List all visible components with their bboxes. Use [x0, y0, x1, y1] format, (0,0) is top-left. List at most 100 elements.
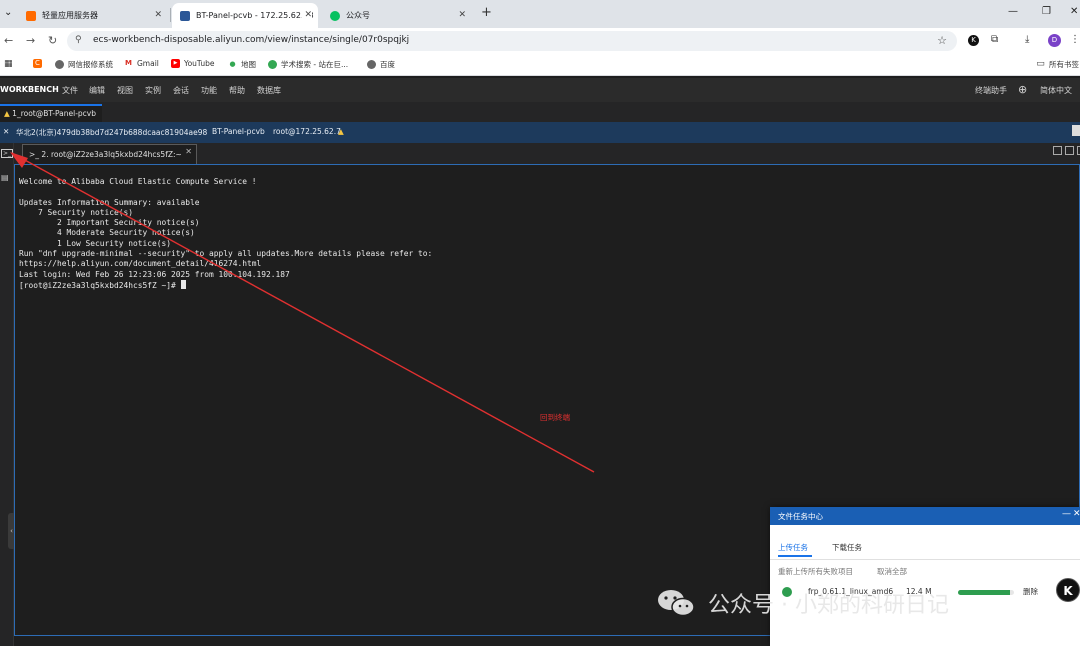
- browser-tab-bt-panel[interactable]: BT-Panel-pcvb - 172.25.62.73 ✕: [172, 3, 318, 28]
- active-tab-indicator: [778, 555, 812, 557]
- session-tab-label: 1_root@BT-Panel-pcvb: [12, 109, 96, 118]
- reload-icon[interactable]: ↻: [48, 34, 57, 47]
- restore-icon[interactable]: ❐: [1042, 6, 1051, 17]
- youtube-icon: ▶: [171, 59, 180, 68]
- tab-upload-tasks[interactable]: 上传任务: [778, 542, 808, 553]
- terminal-assistant-button[interactable]: 终端助手: [975, 85, 1007, 96]
- download-icon[interactable]: ⤓: [1025, 34, 1029, 45]
- instance-id: 华北2(北京)479db38bd7d247b688dcaac81904ae98: [16, 128, 208, 137]
- menu-file[interactable]: 文件: [62, 85, 78, 96]
- language-selector[interactable]: 简体中文: [1040, 85, 1072, 96]
- close-tab-icon[interactable]: ✕: [302, 10, 312, 20]
- bookmark-label: 学术搜索 - 站在巨...: [281, 60, 349, 69]
- terminal-line: 2 Important Security notice(s): [19, 218, 200, 228]
- bookmark-youtube[interactable]: ▶ YouTube: [171, 59, 215, 68]
- session-tab[interactable]: ▲ 1_root@BT-Panel-pcvb: [0, 104, 102, 122]
- terminal-line: 7 Security notice(s): [19, 207, 134, 217]
- tab-title: 公众号: [346, 11, 370, 20]
- bookmark-label: 地图: [241, 60, 256, 69]
- scholar-icon: [268, 60, 277, 69]
- menu-features[interactable]: 功能: [201, 85, 217, 96]
- divider: [770, 559, 1080, 560]
- close-tab-icon[interactable]: ✕: [154, 10, 162, 20]
- address-bar[interactable]: ⚲ ecs-workbench-disposable.aliyun.com/vi…: [67, 31, 957, 51]
- bookmark-aliyun[interactable]: C: [33, 59, 46, 68]
- workbench-menubar: WORKBENCH 文件 编辑 视图 实例 会话 功能 帮助 数据库 终端助手 …: [0, 78, 1080, 102]
- minimize-icon[interactable]: —: [1008, 6, 1018, 17]
- task-panel-title: 文件任务中心: [778, 512, 823, 521]
- terminal-prompt: [root@iZ2ze3a3lq5kxbd24hcs5fZ ~]#: [19, 280, 181, 290]
- cancel-all-link[interactable]: 取消全部: [877, 566, 907, 577]
- close-tab-icon[interactable]: ✕: [458, 10, 466, 20]
- terminal-cursor: [180, 279, 186, 289]
- terminal-line: Run "dnf upgrade-minimal --security" to …: [19, 249, 433, 259]
- extensions-puzzle-icon[interactable]: ⧉: [991, 34, 998, 45]
- close-panel-icon[interactable]: ✕: [1073, 509, 1080, 519]
- wechat-favicon-icon: [330, 10, 340, 21]
- left-rail: >_ ▤ ‹: [0, 143, 15, 646]
- panel-toggle-icon[interactable]: [1072, 125, 1080, 136]
- bookmark-scholar[interactable]: 学术搜索 - 站在巨...: [268, 59, 348, 70]
- terminal-line: Last login: Wed Feb 26 12:23:06 2025 fro…: [19, 269, 290, 279]
- upload-progress-fill: [958, 590, 1010, 595]
- apps-grid-icon[interactable]: ▦: [4, 59, 13, 69]
- tab-search-icon[interactable]: ⌄: [4, 7, 12, 18]
- extension-k-icon[interactable]: K: [968, 35, 979, 46]
- back-icon[interactable]: ←: [4, 34, 13, 47]
- terminal-line: Welcome to Alibaba Cloud Elastic Compute…: [19, 177, 257, 186]
- terminal-line: 4 Moderate Security notice(s): [19, 228, 195, 238]
- tab-download-tasks[interactable]: 下载任务: [832, 542, 862, 553]
- menu-help[interactable]: 帮助: [229, 85, 245, 96]
- disconnect-icon[interactable]: ✕: [3, 127, 9, 136]
- split-vertical-icon[interactable]: [1065, 146, 1074, 155]
- menu-edit[interactable]: 编辑: [89, 85, 105, 96]
- bookmark-gmail[interactable]: M Gmail: [124, 59, 159, 68]
- new-tab-button[interactable]: +: [481, 5, 492, 20]
- browser-tab-gongzhonghao[interactable]: 公众号 ✕: [322, 3, 472, 28]
- bookmark-label: 百度: [380, 60, 395, 69]
- menu-kebab-icon[interactable]: ⋮: [1070, 34, 1080, 45]
- bookmark-baidu[interactable]: 百度: [367, 59, 395, 70]
- bookmark-network-repair[interactable]: 网信报修系统: [55, 59, 113, 70]
- split-add-icon[interactable]: [1053, 146, 1062, 155]
- menu-view[interactable]: 视图: [117, 85, 133, 96]
- instance-name: BT-Panel-pcvb: [212, 127, 265, 136]
- profile-avatar[interactable]: D: [1048, 34, 1061, 47]
- browser-tab-lightweight-server[interactable]: 轻量应用服务器 ✕: [18, 3, 168, 28]
- bookmark-maps[interactable]: ● 地图: [228, 59, 256, 70]
- menu-instance[interactable]: 实例: [145, 85, 161, 96]
- minimize-panel-icon[interactable]: —: [1062, 509, 1071, 519]
- url-text[interactable]: ecs-workbench-disposable.aliyun.com/view…: [93, 35, 409, 45]
- site-info-icon[interactable]: ⚲: [75, 35, 82, 45]
- globe-icon: [367, 60, 376, 69]
- bookmark-label: 所有书签: [1049, 60, 1079, 69]
- bookmark-label: Gmail: [137, 59, 159, 68]
- upload-progress-bar: [958, 590, 1014, 595]
- menu-session[interactable]: 会话: [173, 85, 189, 96]
- all-bookmarks[interactable]: ▭ 所有书签: [1036, 59, 1079, 70]
- wechat-watermark: 公众号 · 小郑的科研日记: [656, 586, 949, 620]
- browser-tab-strip: ⌄ 轻量应用服务器 ✕ BT-Panel-pcvb - 172.25.62.73…: [0, 0, 1080, 28]
- bookmark-label: 网信报修系统: [68, 60, 113, 69]
- retry-failed-uploads-link[interactable]: 重新上传所有失败项目: [778, 566, 853, 577]
- terminal-tab[interactable]: >_ 2. root@iZ2ze3a3lq5kxbd24hcs5fZ:~ ✕: [22, 144, 197, 164]
- terminal-tab-title: >_ 2. root@iZ2ze3a3lq5kxbd24hcs5fZ:~: [29, 150, 182, 159]
- linux-tux-icon: ▲: [338, 127, 344, 136]
- linux-tux-icon: ▲: [4, 109, 10, 118]
- bookmark-star-icon[interactable]: ☆: [937, 34, 947, 47]
- file-tree-icon[interactable]: ▤: [1, 173, 9, 182]
- globe-language-icon[interactable]: ⊕: [1018, 83, 1027, 96]
- terminal-icon[interactable]: >_: [1, 149, 14, 158]
- tab-title: 轻量应用服务器: [42, 11, 98, 20]
- close-terminal-tab-icon[interactable]: ✕: [185, 147, 192, 156]
- delete-task-button[interactable]: 删除: [1023, 586, 1038, 597]
- terminal-prompt-line[interactable]: [root@iZ2ze3a3lq5kxbd24hcs5fZ ~]#: [19, 279, 432, 290]
- k-badge-icon: K: [1056, 578, 1080, 602]
- task-panel-header: 文件任务中心 — ✕: [770, 507, 1080, 525]
- forward-icon[interactable]: →: [26, 34, 35, 47]
- bookmark-label: YouTube: [184, 59, 215, 68]
- terminal-output: Welcome to Alibaba Cloud Elastic Compute…: [19, 177, 432, 290]
- menu-database[interactable]: 数据库: [257, 85, 281, 96]
- close-window-icon[interactable]: ✕: [1070, 6, 1078, 17]
